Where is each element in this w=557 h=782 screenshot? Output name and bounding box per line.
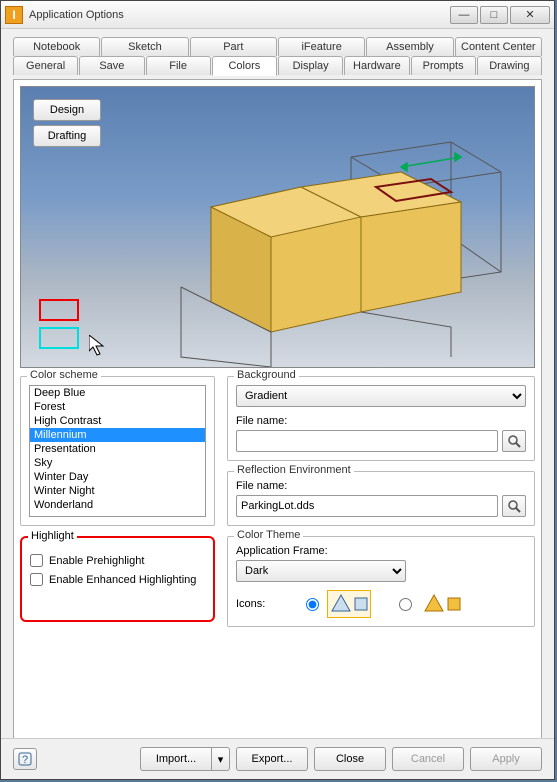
color-scheme-listbox[interactable]: Deep BlueForestHigh ContrastMillenniumPr… <box>29 385 206 517</box>
icons-label: Icons: <box>236 598 296 610</box>
tab-save[interactable]: Save <box>79 56 144 75</box>
import-button[interactable]: Import... <box>140 747 212 771</box>
magnifier-icon <box>507 434 521 448</box>
minimize-button[interactable]: — <box>450 6 478 24</box>
preview-viewport: Design Drafting <box>20 86 535 368</box>
color-theme-legend: Color Theme <box>234 529 303 541</box>
import-dropdown-button[interactable]: ▾ <box>212 747 230 771</box>
highlight-group: Highlight Enable Prehighlight Enable Enh… <box>20 536 215 622</box>
refl-filename-input[interactable] <box>236 495 498 517</box>
svg-text:?: ? <box>22 754 28 766</box>
tab-assembly[interactable]: Assembly <box>366 37 453 56</box>
enable-prehighlight-checkbox[interactable] <box>30 554 43 567</box>
enable-enhanced-highlighting-label: Enable Enhanced Highlighting <box>49 574 196 586</box>
scheme-option-presentation[interactable]: Presentation <box>30 442 205 456</box>
bg-browse-button[interactable] <box>502 430 526 452</box>
tab-drawing[interactable]: Drawing <box>477 56 542 75</box>
tab-display[interactable]: Display <box>278 56 343 75</box>
color-scheme-legend: Color scheme <box>27 369 101 381</box>
tab-container: NotebookSketchPartiFeatureAssemblyConten… <box>13 37 542 75</box>
tab-content-center[interactable]: Content Center <box>455 37 542 56</box>
tab-file[interactable]: File <box>146 56 211 75</box>
icons-light-radio[interactable] <box>306 598 319 611</box>
color-theme-group: Color Theme Application Frame: Dark Icon… <box>227 536 535 627</box>
background-select[interactable]: Gradient <box>236 385 526 407</box>
reflection-group: Reflection Environment File name: <box>227 471 535 526</box>
app-frame-select[interactable]: Dark <box>236 560 406 582</box>
magnifier-icon <box>507 499 521 513</box>
refl-browse-button[interactable] <box>502 495 526 517</box>
scheme-option-wonderland[interactable]: Wonderland <box>30 498 205 512</box>
tab-part[interactable]: Part <box>190 37 277 56</box>
app-options-window: I Application Options — □ ✕ NotebookSket… <box>0 0 555 780</box>
refl-filename-label: File name: <box>236 480 526 492</box>
scheme-option-sky[interactable]: Sky <box>30 456 205 470</box>
drafting-button[interactable]: Drafting <box>33 125 101 147</box>
bg-filename-input[interactable] <box>236 430 498 452</box>
maximize-button[interactable]: □ <box>480 6 508 24</box>
color-scheme-group: Color scheme Deep BlueForestHigh Contras… <box>20 376 215 526</box>
app-frame-label: Application Frame: <box>236 545 526 557</box>
tab-prompts[interactable]: Prompts <box>411 56 476 75</box>
icons-amber-radio[interactable] <box>399 598 412 611</box>
scheme-option-high-contrast[interactable]: High Contrast <box>30 414 205 428</box>
cursor-icon <box>89 335 107 357</box>
background-group: Background Gradient File name: <box>227 376 535 461</box>
tab-sketch[interactable]: Sketch <box>101 37 188 56</box>
icons-amber-sample <box>420 590 464 618</box>
export-button[interactable]: Export... <box>236 747 308 771</box>
titlebar: I Application Options — □ ✕ <box>1 1 554 29</box>
colors-panel: Design Drafting <box>13 79 542 769</box>
apply-button[interactable]: Apply <box>470 747 542 771</box>
preview-geometry <box>151 127 511 367</box>
scheme-option-millennium[interactable]: Millennium <box>30 428 205 442</box>
scheme-option-deep-blue[interactable]: Deep Blue <box>30 386 205 400</box>
help-button[interactable]: ? <box>13 748 37 770</box>
selection-color-swatch <box>39 299 79 321</box>
background-legend: Background <box>234 369 299 381</box>
scheme-option-winter-night[interactable]: Winter Night <box>30 484 205 498</box>
app-icon: I <box>5 6 23 24</box>
dialog-button-bar: ? Import... ▾ Export... Close Cancel App… <box>1 738 554 779</box>
content-area: NotebookSketchPartiFeatureAssemblyConten… <box>1 29 554 777</box>
bg-filename-label: File name: <box>236 415 526 427</box>
design-button[interactable]: Design <box>33 99 101 121</box>
highlight-legend: Highlight <box>28 530 77 542</box>
scheme-option-forest[interactable]: Forest <box>30 400 205 414</box>
reflection-legend: Reflection Environment <box>234 464 354 476</box>
tab-notebook[interactable]: Notebook <box>13 37 100 56</box>
close-window-button[interactable]: ✕ <box>510 6 550 24</box>
preselection-color-swatch <box>39 327 79 349</box>
cancel-button[interactable]: Cancel <box>392 747 464 771</box>
tab-ifeature[interactable]: iFeature <box>278 37 365 56</box>
close-button[interactable]: Close <box>314 747 386 771</box>
window-title: Application Options <box>29 9 450 21</box>
tab-hardware[interactable]: Hardware <box>344 56 409 75</box>
enable-prehighlight-label: Enable Prehighlight <box>49 555 144 567</box>
tab-colors[interactable]: Colors <box>212 56 277 76</box>
help-icon: ? <box>18 752 32 766</box>
scheme-option-winter-day[interactable]: Winter Day <box>30 470 205 484</box>
tab-general[interactable]: General <box>13 56 78 75</box>
icons-light-sample <box>327 590 371 618</box>
enable-enhanced-highlighting-checkbox[interactable] <box>30 573 43 586</box>
